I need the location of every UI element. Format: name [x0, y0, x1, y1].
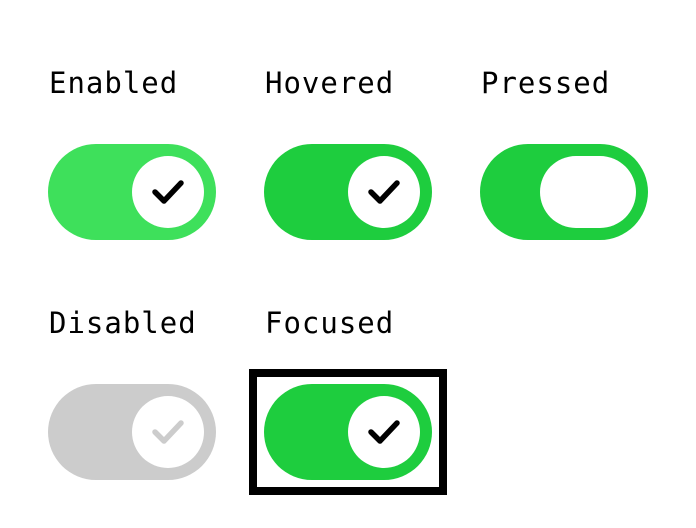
switch-focused[interactable] — [264, 384, 432, 480]
label-hovered: Hovered — [265, 66, 395, 100]
check-icon — [368, 180, 400, 204]
check-icon — [152, 420, 184, 444]
label-enabled: Enabled — [49, 66, 179, 100]
switch-thumb — [132, 396, 204, 468]
label-focused: Focused — [265, 306, 395, 340]
switch-thumb-pressed — [540, 156, 636, 228]
switch-thumb — [132, 156, 204, 228]
switch-thumb — [348, 156, 420, 228]
switch-disabled — [48, 384, 216, 480]
switch-hovered[interactable] — [264, 144, 432, 240]
check-icon — [152, 180, 184, 204]
switch-thumb — [348, 396, 420, 468]
switch-pressed[interactable] — [480, 144, 648, 240]
label-pressed: Pressed — [481, 66, 611, 100]
check-icon — [368, 420, 400, 444]
switch-enabled[interactable] — [48, 144, 216, 240]
label-disabled: Disabled — [49, 306, 197, 340]
